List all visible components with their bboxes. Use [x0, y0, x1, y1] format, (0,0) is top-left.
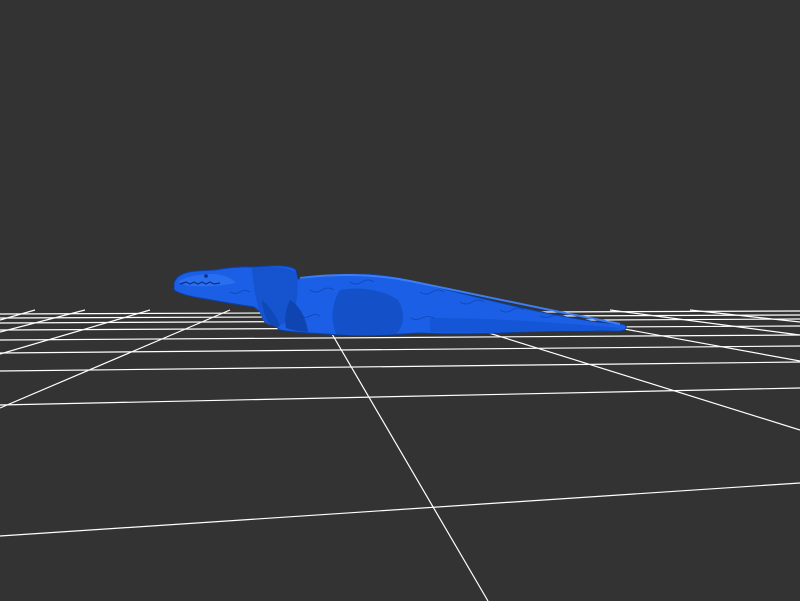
3d-viewport[interactable]: [0, 0, 800, 601]
dinosaur-eye: [204, 274, 208, 278]
scene-canvas[interactable]: [0, 0, 800, 601]
